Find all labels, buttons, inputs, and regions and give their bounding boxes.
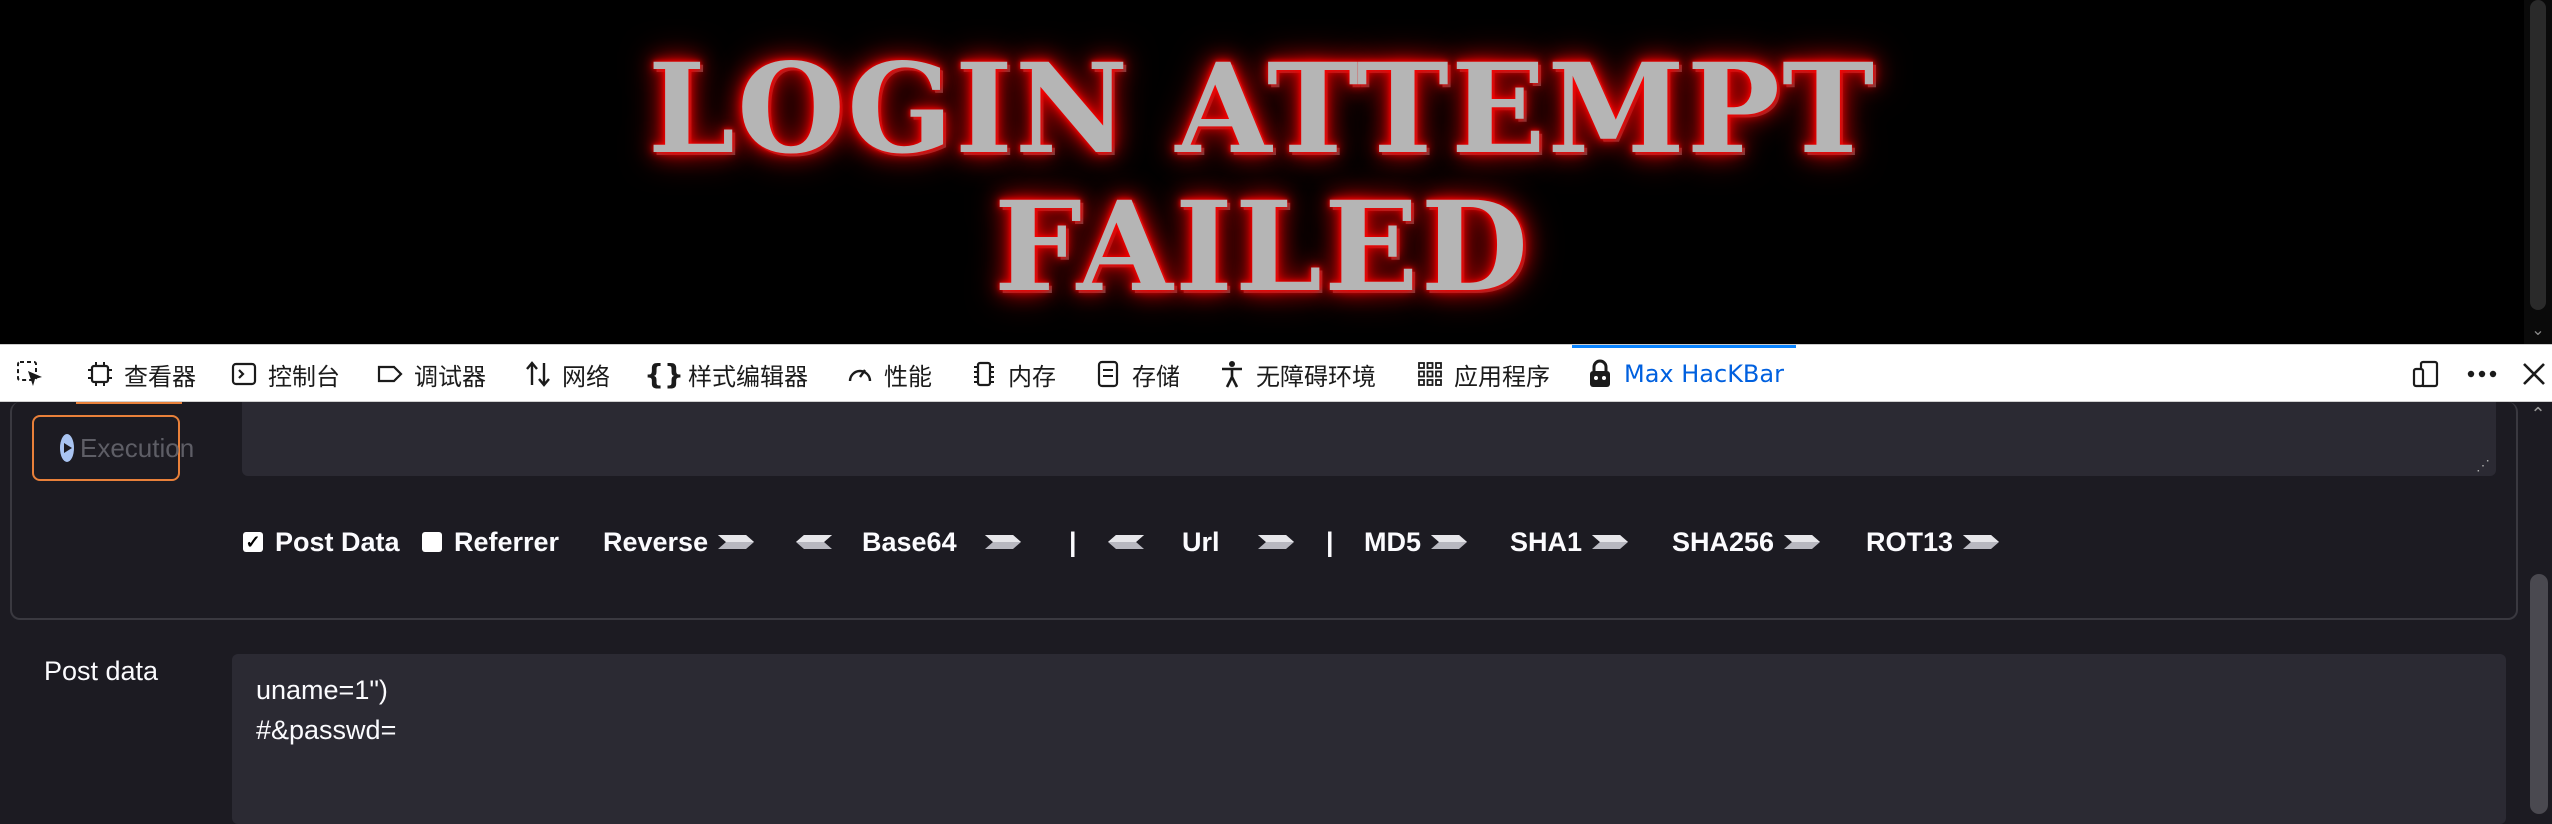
memory-icon: [968, 358, 1000, 390]
sha1-label: SHA1: [1510, 526, 1583, 557]
page-viewport: LOGIN ATTEMPT FAILED ⌄: [0, 0, 2552, 344]
chevron-left-icon: [1108, 535, 1144, 549]
post-data-label: Post data: [44, 656, 159, 686]
tab-console[interactable]: 控制台: [228, 345, 340, 403]
tab-label: 样式编辑器: [688, 362, 808, 391]
post-data-option-label: Post Data: [275, 526, 400, 557]
base64-button[interactable]: Base64: [792, 522, 1025, 562]
chevron-right-icon: [984, 535, 1021, 549]
tab-debugger[interactable]: 调试器: [374, 345, 486, 403]
inspector-icon: [84, 358, 116, 390]
tab-label: 无障碍环境: [1256, 362, 1376, 391]
scroll-up-icon[interactable]: ⌃: [2528, 404, 2548, 424]
login-failed-banner: LOGIN ATTEMPT FAILED: [0, 0, 2524, 344]
chevron-right-icon: [1257, 535, 1294, 549]
page-scrollbar-thumb[interactable]: [2530, 0, 2546, 310]
panel-scrollbar[interactable]: ⌃: [2524, 402, 2552, 814]
element-picker-icon[interactable]: [14, 358, 46, 390]
base64-label: Base64: [862, 526, 957, 557]
close-icon[interactable]: [2518, 358, 2550, 390]
network-icon: [522, 358, 554, 390]
tab-label: 控制台: [268, 362, 340, 391]
tab-application[interactable]: 应用程序: [1414, 345, 1550, 403]
reverse-button[interactable]: Reverse: [603, 522, 758, 562]
separator: |: [1326, 527, 1334, 557]
tab-network[interactable]: 网络: [522, 345, 610, 403]
post-data-line: uname=1"): [256, 675, 388, 705]
panel-scrollbar-thumb[interactable]: [2530, 574, 2548, 814]
devtools-toolbar: 查看器 控制台 调试器 网络 {} 样式编辑器 性能 内存 存储 无障碍环境 应…: [0, 344, 2552, 402]
hackbar-icon: [1584, 358, 1616, 390]
application-icon: [1414, 358, 1446, 390]
banner-line-1: LOGIN ATTEMPT: [647, 37, 1877, 182]
referrer-option-label: Referrer: [454, 526, 560, 557]
style-editor-icon: {}: [644, 357, 684, 391]
performance-icon: [844, 358, 876, 390]
button-edge: [76, 402, 182, 404]
separator: |: [1069, 527, 1077, 557]
console-icon: [228, 358, 260, 390]
chevron-left-icon: [796, 535, 832, 549]
accessibility-icon: [1216, 358, 1248, 390]
chevron-right-icon: [1431, 535, 1468, 549]
chevron-right-icon: [1592, 535, 1629, 549]
chevron-right-icon: [1784, 535, 1821, 549]
sha256-label: SHA256: [1672, 526, 1775, 557]
tab-storage[interactable]: 存储: [1092, 345, 1180, 403]
execute-label: Execution: [80, 432, 195, 463]
sha256-button[interactable]: SHA256: [1672, 522, 1824, 562]
page-scrollbar[interactable]: ⌄: [2524, 0, 2552, 344]
tab-inspector[interactable]: 查看器: [84, 345, 196, 403]
execute-button[interactable]: Execution: [32, 415, 194, 481]
url-label: Url: [1182, 526, 1220, 557]
post-data-textarea[interactable]: uname=1") #&passwd=: [232, 654, 2506, 824]
referrer-option[interactable]: Referrer: [422, 522, 559, 562]
tab-label: 调试器: [414, 362, 486, 391]
post-data-checkbox[interactable]: ✓: [243, 532, 263, 552]
storage-icon: [1092, 358, 1124, 390]
post-data-line: #&passwd=: [256, 715, 397, 745]
chevron-right-icon: [718, 535, 755, 549]
reverse-label: Reverse: [603, 526, 709, 557]
md5-button[interactable]: MD5: [1364, 522, 1471, 562]
tab-label: Max HacKBar: [1624, 360, 1784, 388]
debugger-icon: [374, 358, 406, 390]
tab-accessibility[interactable]: 无障碍环境: [1216, 345, 1376, 403]
referrer-checkbox[interactable]: [422, 532, 442, 552]
url-button[interactable]: Url: [1104, 522, 1298, 562]
tab-label: 内存: [1008, 362, 1056, 391]
rot13-label: ROT13: [1866, 526, 1954, 557]
responsive-design-icon[interactable]: [2410, 358, 2442, 390]
sha1-button[interactable]: SHA1: [1510, 522, 1632, 562]
rot13-button[interactable]: ROT13: [1866, 522, 2003, 562]
tab-label: 应用程序: [1454, 362, 1550, 391]
tab-style-editor[interactable]: {} 样式编辑器: [644, 345, 808, 403]
tab-label: 网络: [562, 362, 610, 391]
tab-label: 存储: [1132, 362, 1180, 391]
tab-memory[interactable]: 内存: [968, 345, 1056, 403]
tab-max-hackbar[interactable]: Max HacKBar: [1572, 345, 1796, 403]
resize-grip-icon[interactable]: ⋰: [2476, 458, 2490, 472]
scroll-down-icon[interactable]: ⌄: [2530, 320, 2546, 340]
md5-label: MD5: [1364, 526, 1422, 557]
more-options-icon[interactable]: [2466, 358, 2498, 390]
tab-performance[interactable]: 性能: [844, 345, 932, 403]
play-icon: [60, 434, 74, 462]
banner-line-2: FAILED: [993, 175, 1531, 320]
chevron-right-icon: [1963, 535, 2000, 549]
post-data-option[interactable]: ✓ Post Data: [243, 522, 400, 562]
tab-label: 查看器: [124, 362, 196, 391]
url-textarea[interactable]: ⋰: [242, 402, 2496, 476]
tab-label: 性能: [884, 362, 932, 391]
